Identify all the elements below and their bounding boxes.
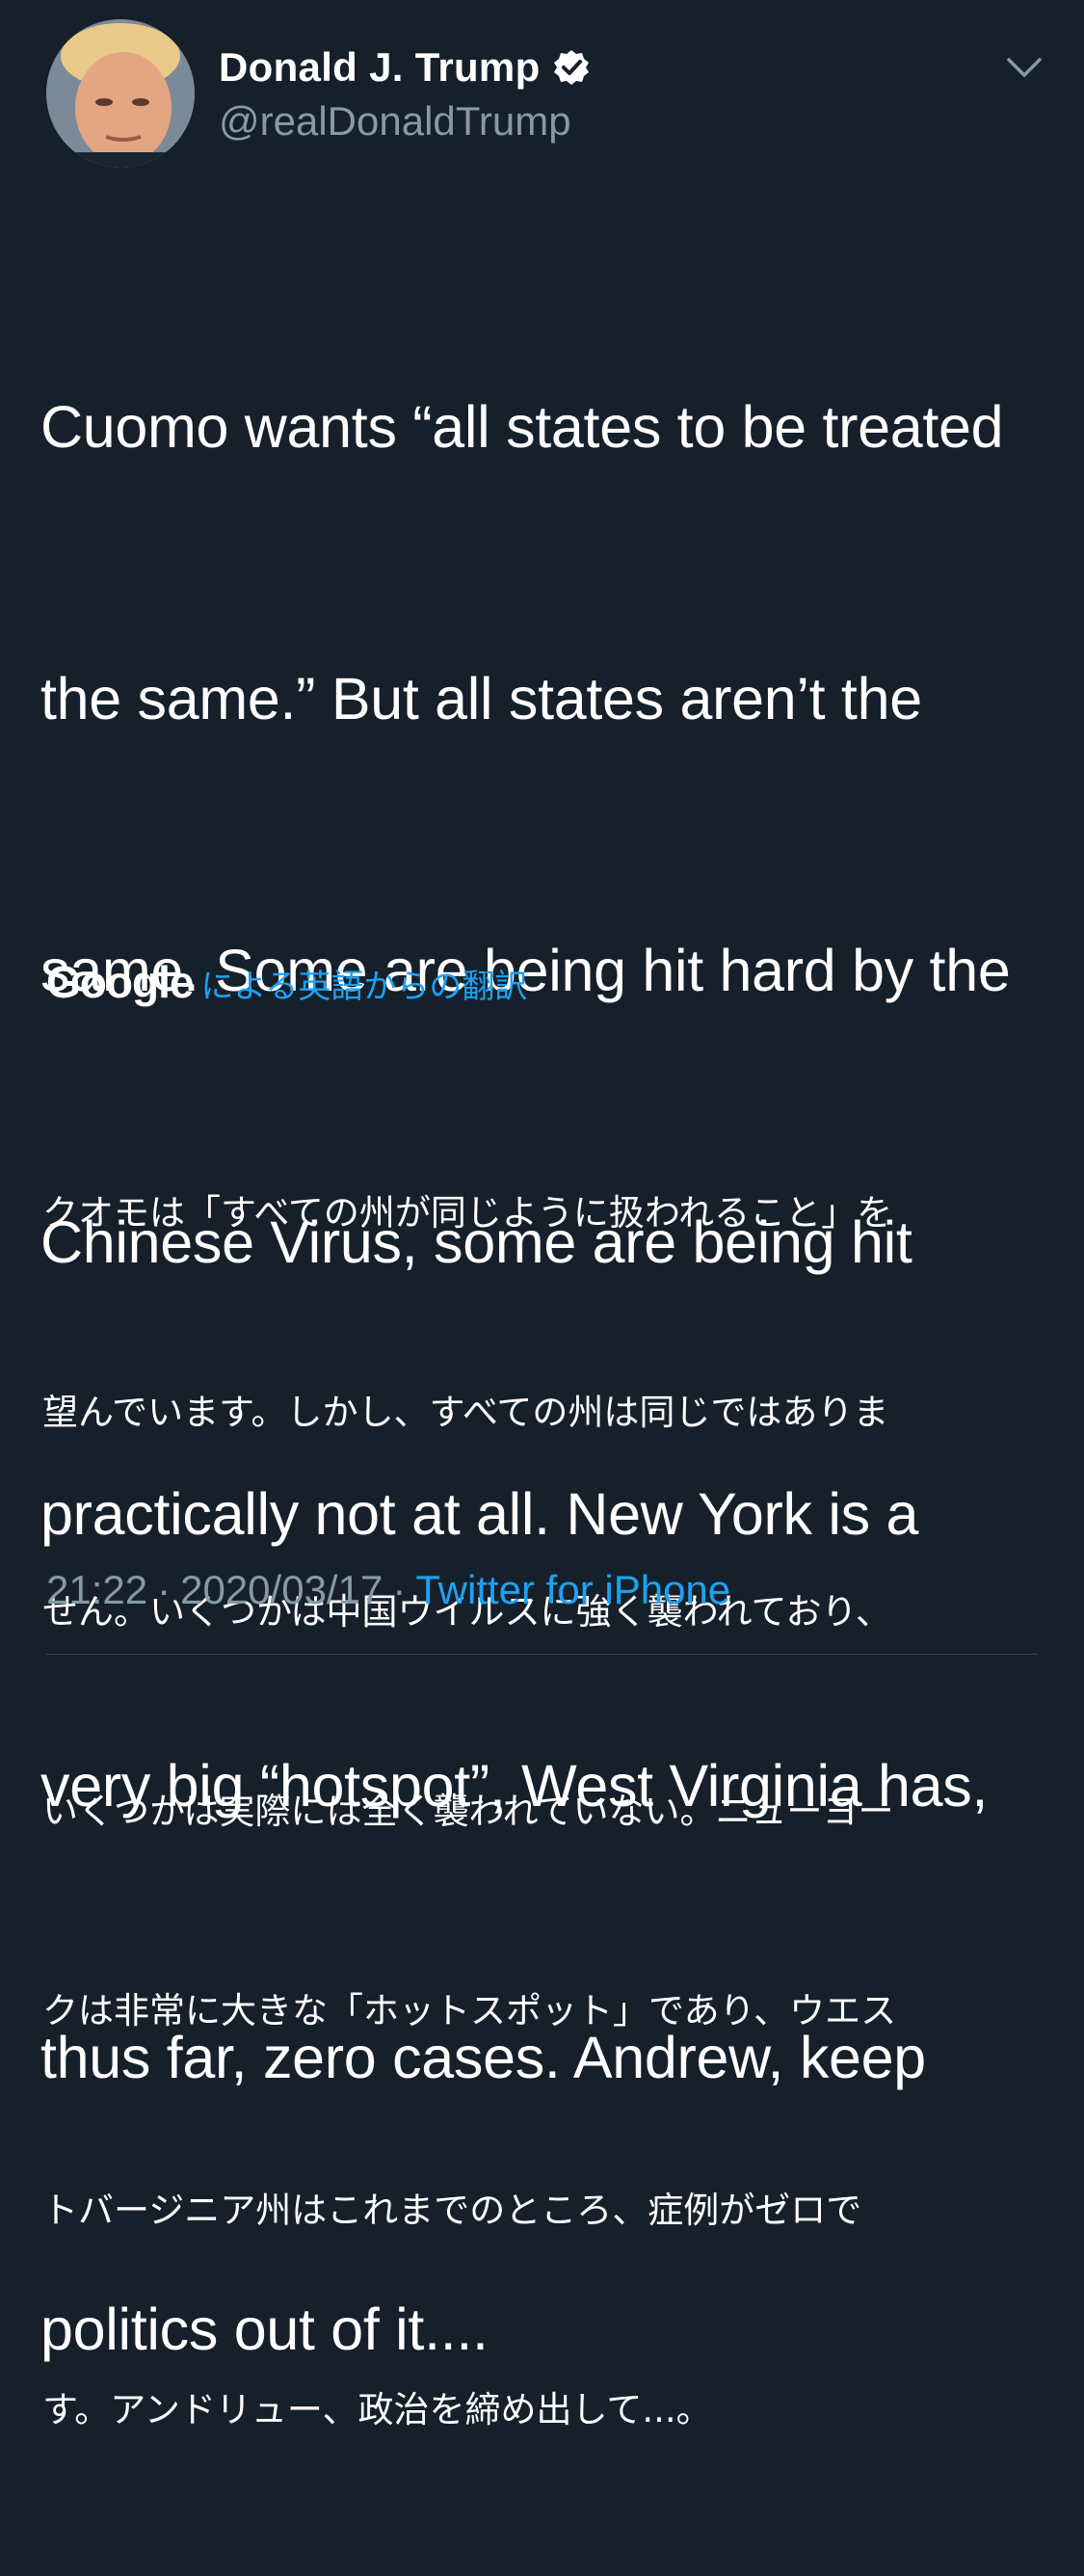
google-logo: Google xyxy=(46,957,194,1007)
meta-separator: · xyxy=(392,1567,407,1612)
translation-label-link[interactable]: による英語からの翻訳 xyxy=(200,960,527,1007)
translated-text-line: す。アンドリュー、政治を締め出して...。 xyxy=(42,2389,712,2430)
author-handle[interactable]: @realDonaldTrump xyxy=(219,96,571,146)
tweet-time[interactable]: 21:22 xyxy=(46,1565,147,1615)
avatar-photo xyxy=(46,19,195,168)
translated-text: クオモは「すべての州が同じように扱われること」を 望んでいます。しかし、すべての… xyxy=(42,1047,1044,2576)
chevron-down-icon[interactable] xyxy=(1005,54,1044,81)
meta-separator: · xyxy=(157,1567,172,1612)
author-display-name[interactable]: Donald J. Trump xyxy=(219,42,541,93)
tweet: Donald J. Trump @realDonaldTrump Cuomo w… xyxy=(0,0,1084,2430)
translated-text-line: いくつかは実際には全く襲われていない。ニューヨー xyxy=(42,1791,894,1832)
translated-text-line: クオモは「すべての州が同じように扱われること」を xyxy=(42,1192,893,1234)
avatar[interactable] xyxy=(46,19,195,168)
tweet-text-line: Cuomo wants “all states to be treated xyxy=(40,394,1004,460)
tweet-date[interactable]: 2020/03/17 xyxy=(180,1565,383,1615)
verified-badge-icon xyxy=(552,48,591,87)
translated-text-line: トバージニア州はこれまでのところ、症例がゼロで xyxy=(42,2190,862,2231)
tweet-meta: 21:22 · 2020/03/17 · Twitter for iPhone xyxy=(46,1565,730,1615)
translated-text-line: クは非常に大きな「ホットスポット」であり、ウエス xyxy=(42,1990,897,2032)
translation-attribution[interactable]: Google による英語からの翻訳 xyxy=(46,956,527,1008)
translated-text-line: 望んでいます。しかし、すべての州は同じではありま xyxy=(42,1392,889,1433)
tweet-source-link[interactable]: Twitter for iPhone xyxy=(415,1565,730,1615)
tweet-text-line: the same.” But all states aren’t the xyxy=(40,666,922,731)
author-name-row[interactable]: Donald J. Trump xyxy=(219,42,591,93)
divider xyxy=(46,1654,1038,1655)
